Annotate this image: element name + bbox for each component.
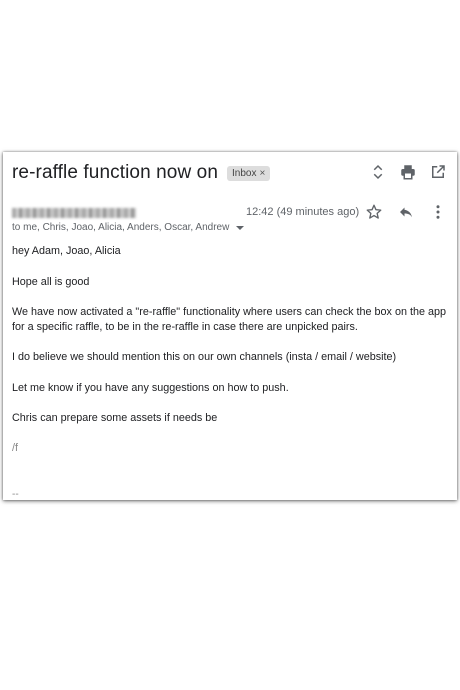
signature-separator: -- [12, 489, 19, 500]
sender-name-redacted [12, 208, 136, 218]
body-paragraph-4: Let me know if you have any suggestions … [12, 382, 289, 394]
body-paragraph-5: Chris can prepare some assets if needs b… [12, 412, 218, 424]
thread-actions [369, 163, 447, 181]
inbox-label-chip[interactable]: Inbox × [227, 165, 271, 181]
sender-row: 12:42 (49 minutes ago) [12, 204, 447, 222]
chevron-down-icon[interactable] [236, 225, 245, 230]
email-timestamp: 12:42 (49 minutes ago) [246, 206, 360, 218]
email-subject: re-raffle function now on [12, 162, 218, 183]
inbox-label-text: Inbox [232, 167, 257, 179]
body-paragraph-1: Hope all is good [12, 276, 90, 288]
open-in-new-icon[interactable] [429, 163, 447, 181]
remove-label-icon[interactable]: × [259, 168, 265, 179]
print-icon[interactable] [399, 163, 417, 181]
recipients-text: to me, Chris, Joao, Alicia, Anders, Osca… [12, 222, 230, 233]
subject-row: re-raffle function now on Inbox × [12, 161, 447, 185]
star-icon[interactable] [365, 203, 383, 221]
body-greeting: hey Adam, Joao, Alicia [12, 245, 121, 257]
body-signoff: /f [12, 442, 18, 454]
message-actions [365, 203, 447, 221]
reply-icon[interactable] [397, 203, 415, 221]
email-card: re-raffle function now on Inbox × 12:42 … [3, 152, 457, 500]
recipients-line: to me, Chris, Joao, Alicia, Anders, Osca… [12, 222, 245, 233]
more-vert-icon[interactable] [429, 203, 447, 221]
unfold-icon[interactable] [369, 163, 387, 181]
body-paragraph-3: I do believe we should mention this on o… [12, 351, 397, 363]
body-paragraph-2: We have now activated a "re-raffle" func… [12, 306, 446, 334]
